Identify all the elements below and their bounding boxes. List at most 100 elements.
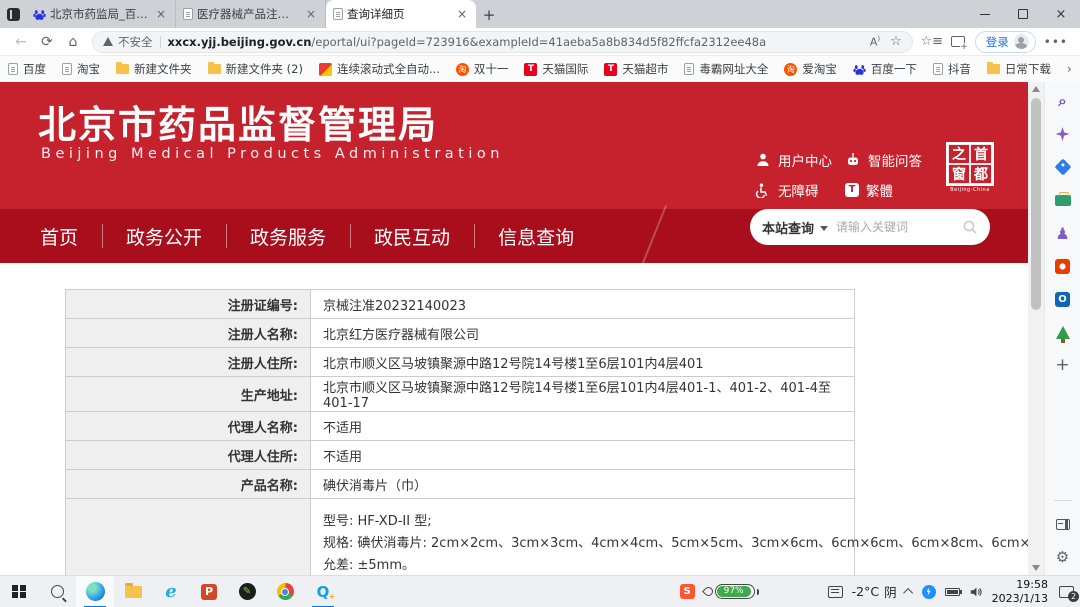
- clock-time: 19:58: [992, 578, 1048, 592]
- nav-public-interaction[interactable]: 政民互动: [350, 223, 474, 250]
- new-tab-button[interactable]: [476, 2, 502, 28]
- sidebar-settings-gear-icon[interactable]: ⚙: [1053, 547, 1073, 567]
- favorites-icon[interactable]: ☆≡: [919, 34, 945, 49]
- page-scrollbar[interactable]: [1028, 82, 1044, 575]
- scroll-down-icon[interactable]: [1032, 565, 1040, 571]
- sidebar-add-icon[interactable]: +: [1053, 355, 1073, 375]
- bookmark-taobao[interactable]: 淘宝: [62, 61, 100, 77]
- nav-gov-services[interactable]: 政务服务: [226, 223, 350, 250]
- accessibility-link[interactable]: 无障碍: [755, 180, 819, 200]
- green-pen-app-icon: [239, 583, 256, 600]
- bookmark-baidu-yixia[interactable]: 百度一下: [853, 61, 917, 77]
- table-row: 产品名称:碘伏消毒片（巾）: [66, 470, 854, 499]
- address-bar[interactable]: 不安全 xxcx.yjj.beijing.gov.cn/eportal/ui?p…: [92, 31, 913, 53]
- sidebar-office-icon[interactable]: [1053, 256, 1073, 276]
- hidden-icons-chevron[interactable]: [903, 588, 913, 598]
- bookmark-aitaobao[interactable]: 爱淘宝: [784, 61, 837, 77]
- tab-baidu-search[interactable]: 北京市药监局_百度搜索 ×: [26, 0, 176, 28]
- search-scope-dropdown[interactable]: 本站查询: [762, 218, 814, 237]
- flash-tray-icon[interactable]: [922, 585, 936, 599]
- login-button[interactable]: 登录: [975, 31, 1036, 53]
- traditional-chinese-link[interactable]: 繁體: [845, 180, 893, 200]
- nav-home[interactable]: 首页: [16, 223, 102, 250]
- taskbar-clock[interactable]: 19:58 2023/1/13: [992, 578, 1048, 606]
- scrollbar-thumb[interactable]: [1031, 98, 1041, 310]
- smart-qa-link[interactable]: 智能问答: [845, 150, 922, 170]
- bookmark-douyin[interactable]: 抖音: [933, 61, 971, 77]
- nav-info-query[interactable]: 信息查询: [474, 223, 598, 250]
- collections-icon[interactable]: [951, 36, 965, 47]
- taskbar-notes-app-button[interactable]: [228, 576, 266, 607]
- nav-gov-disclosure[interactable]: 政务公开: [102, 223, 226, 250]
- tab-actions-button[interactable]: [0, 0, 26, 28]
- plug-icon: [702, 585, 715, 598]
- refresh-button[interactable]: ⟳: [34, 34, 60, 50]
- back-button[interactable]: ←: [8, 34, 34, 50]
- bookmark-baidu[interactable]: 百度: [8, 61, 46, 77]
- url-domain: xxcx.yjj.beijing.gov.cn: [168, 35, 312, 49]
- sidebar-panel-icon[interactable]: [1053, 514, 1073, 534]
- home-button[interactable]: ⌂: [60, 34, 86, 50]
- security-label: 不安全: [118, 34, 153, 50]
- table-row: 注册人名称:北京红方医疗器械有限公司: [66, 319, 854, 348]
- bookmark-folder-new2[interactable]: 新建文件夹 (2): [208, 61, 303, 77]
- add-favorite-icon[interactable]: ☆: [890, 34, 902, 49]
- speaker-icon[interactable]: [969, 585, 983, 599]
- taskbar-ie-button[interactable]: e: [152, 576, 190, 607]
- more-menu-icon[interactable]: •••: [1040, 35, 1072, 49]
- address-bar-actions: A) ☆: [862, 34, 902, 49]
- sidebar-tree-icon[interactable]: [1053, 322, 1073, 342]
- bookmark-scroll-auto[interactable]: 连续滚动式全自动...: [319, 61, 440, 77]
- page-icon: [333, 8, 343, 20]
- notification-center-icon[interactable]: 2: [1059, 586, 1074, 598]
- bookmark-daily-downloads[interactable]: 日常下载: [987, 61, 1051, 77]
- sidebar-tools-icon[interactable]: [1053, 190, 1073, 210]
- tab-close-icon[interactable]: ×: [154, 7, 168, 21]
- sidebar-outlook-icon[interactable]: [1053, 289, 1073, 309]
- tmall-icon: [604, 63, 617, 76]
- taskbar-file-explorer-button[interactable]: [114, 576, 152, 607]
- bookmark-double11[interactable]: 双十一: [456, 61, 509, 77]
- page-icon: [684, 63, 694, 75]
- scroll-up-icon[interactable]: [1032, 86, 1040, 92]
- bookmark-duba-sites[interactable]: 毒霸网址大全: [684, 61, 768, 77]
- weather-widget[interactable]: -2°C 阴: [852, 582, 897, 601]
- avatar: [1014, 34, 1029, 49]
- tab-query-detail-active[interactable]: 查询详细页 ×: [326, 0, 476, 28]
- sidebar-games-icon[interactable]: ♟: [1053, 223, 1073, 243]
- tab-close-icon[interactable]: ×: [455, 7, 469, 21]
- not-secure-warning-icon: [103, 37, 113, 46]
- tab-device-registration-info[interactable]: 医疗器械产品注册信息 ×: [176, 0, 326, 28]
- seal-grid: 之首窗都: [946, 142, 994, 186]
- sidebar-discover-icon[interactable]: [1053, 124, 1073, 144]
- divider: [160, 36, 161, 48]
- search-icon[interactable]: [962, 219, 978, 235]
- sogou-input-icon[interactable]: S: [680, 584, 695, 599]
- site-nav: 首页 政务公开 政务服务 政民互动 信息查询 本站查询: [0, 209, 1028, 263]
- battery-tray-icon[interactable]: [945, 588, 960, 596]
- tab-close-icon[interactable]: ×: [304, 7, 318, 21]
- bookmark-tmall-global[interactable]: 天猫国际: [524, 61, 588, 77]
- taskbar-edge-button[interactable]: [76, 576, 114, 607]
- sidebar-shopping-icon[interactable]: [1053, 157, 1073, 177]
- sidebar-search-icon[interactable]: ⌕: [1053, 91, 1073, 111]
- battery-percent: 97%: [717, 586, 751, 597]
- taskbar-q-app-button[interactable]: Q: [304, 576, 342, 607]
- bookmark-tmall-market[interactable]: 天猫超市: [604, 61, 668, 77]
- start-button[interactable]: [0, 576, 38, 607]
- bookmarks-overflow-icon[interactable]: ›: [1067, 62, 1072, 76]
- site-search-input[interactable]: [836, 220, 962, 234]
- minimize-button[interactable]: [966, 0, 1004, 28]
- read-aloud-icon[interactable]: A): [870, 35, 880, 49]
- folder-icon: [208, 64, 221, 74]
- taskbar-search-button[interactable]: [38, 576, 76, 607]
- bookmark-folder-new[interactable]: 新建文件夹: [116, 61, 192, 77]
- taskbar-chrome-button[interactable]: [266, 576, 304, 607]
- decorative-slash: [639, 205, 667, 271]
- user-center-link[interactable]: 用户中心: [755, 150, 832, 170]
- maximize-button[interactable]: [1004, 0, 1042, 28]
- close-button[interactable]: ×: [1042, 0, 1080, 28]
- chevron-down-icon[interactable]: [820, 226, 828, 231]
- taskbar-powerpoint-button[interactable]: [190, 576, 228, 607]
- news-widget-icon[interactable]: [828, 586, 843, 598]
